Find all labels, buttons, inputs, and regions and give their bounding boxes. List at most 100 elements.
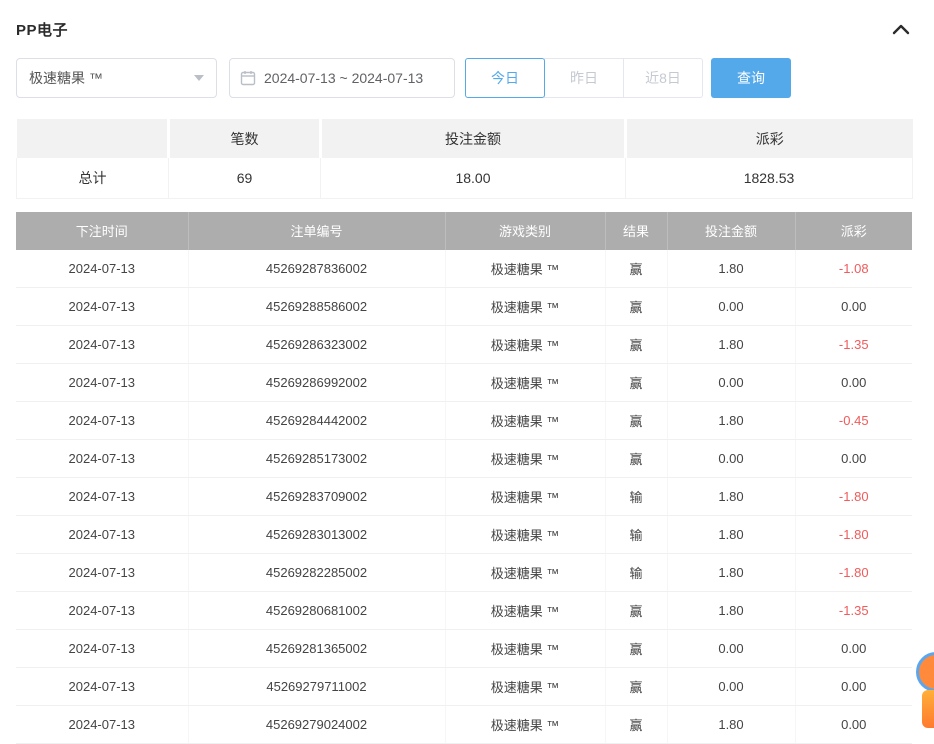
table-row: 2024-07-1345269283013002极速糖果 ™输1.80-1.80 bbox=[16, 516, 912, 554]
table-cell: 2024-07-13 bbox=[16, 402, 188, 440]
summary-total-payout: 1828.53 bbox=[626, 158, 913, 198]
table-row: 2024-07-1345269283709002极速糖果 ™输1.80-1.80 bbox=[16, 478, 912, 516]
summary-table: 笔数 投注金额 派彩 总计 69 18.00 1828.53 bbox=[16, 119, 913, 199]
chevron-up-icon bbox=[892, 23, 910, 35]
table-cell: 45269280681002 bbox=[188, 592, 445, 630]
table-cell: -0.45 bbox=[795, 402, 912, 440]
table-cell: 极速糖果 ™ bbox=[445, 250, 605, 288]
today-button[interactable]: 今日 bbox=[465, 58, 545, 98]
table-cell: 1.80 bbox=[667, 706, 795, 744]
table-cell: 45269286323002 bbox=[188, 326, 445, 364]
table-cell: 45269281365002 bbox=[188, 630, 445, 668]
table-row: 2024-07-1345269286992002极速糖果 ™赢0.000.00 bbox=[16, 364, 912, 402]
query-button[interactable]: 查询 bbox=[711, 58, 791, 98]
table-cell: 极速糖果 ™ bbox=[445, 288, 605, 326]
table-cell: 赢 bbox=[605, 630, 667, 668]
table-cell: 2024-07-13 bbox=[16, 668, 188, 706]
table-cell: -1.80 bbox=[795, 554, 912, 592]
table-body: 2024-07-1345269287836002极速糖果 ™赢1.80-1.08… bbox=[16, 250, 912, 744]
table-cell: 赢 bbox=[605, 364, 667, 402]
summary-total-count: 69 bbox=[169, 158, 321, 198]
bet-records-table: 下注时间注单编号游戏类别结果投注金额派彩 2024-07-13452692878… bbox=[16, 212, 912, 744]
game-select-value: 极速糖果 ™ bbox=[29, 68, 103, 88]
table-cell: 2024-07-13 bbox=[16, 288, 188, 326]
table-cell: 45269283709002 bbox=[188, 478, 445, 516]
table-row: 2024-07-1345269288586002极速糖果 ™赢0.000.00 bbox=[16, 288, 912, 326]
table-cell: 赢 bbox=[605, 668, 667, 706]
column-header: 游戏类别 bbox=[445, 212, 605, 250]
column-header: 投注金额 bbox=[667, 212, 795, 250]
page-title: PP电子 bbox=[16, 19, 68, 40]
table-row: 2024-07-1345269281365002极速糖果 ™赢0.000.00 bbox=[16, 630, 912, 668]
table-cell: 1.80 bbox=[667, 402, 795, 440]
table-cell: 2024-07-13 bbox=[16, 516, 188, 554]
summary-header-row: 笔数 投注金额 派彩 bbox=[17, 119, 913, 158]
game-select[interactable]: 极速糖果 ™ bbox=[16, 58, 217, 98]
table-cell: 极速糖果 ™ bbox=[445, 326, 605, 364]
table-cell: 赢 bbox=[605, 326, 667, 364]
table-row: 2024-07-1345269287836002极速糖果 ™赢1.80-1.08 bbox=[16, 250, 912, 288]
report-panel: PP电子 极速糖果 ™ 2024-07-13 ~ 2 bbox=[0, 0, 934, 744]
column-header: 注单编号 bbox=[188, 212, 445, 250]
table-cell: 0.00 bbox=[795, 630, 912, 668]
collapse-panel-button[interactable] bbox=[890, 21, 912, 37]
table-cell: 输 bbox=[605, 516, 667, 554]
table-cell: 极速糖果 ™ bbox=[445, 630, 605, 668]
table-cell: 45269279711002 bbox=[188, 668, 445, 706]
table-cell: 0.00 bbox=[667, 288, 795, 326]
table-cell: 2024-07-13 bbox=[16, 440, 188, 478]
table-cell: 2024-07-13 bbox=[16, 592, 188, 630]
last8days-button[interactable]: 近8日 bbox=[623, 58, 703, 98]
table-cell: 2024-07-13 bbox=[16, 706, 188, 744]
calendar-icon bbox=[240, 70, 256, 86]
table-cell: 45269288586002 bbox=[188, 288, 445, 326]
date-range-picker[interactable]: 2024-07-13 ~ 2024-07-13 bbox=[229, 58, 455, 98]
table-cell: 赢 bbox=[605, 440, 667, 478]
table-cell: 极速糖果 ™ bbox=[445, 668, 605, 706]
table-cell: 0.00 bbox=[667, 630, 795, 668]
table-cell: 45269284442002 bbox=[188, 402, 445, 440]
column-header: 派彩 bbox=[795, 212, 912, 250]
activity-float-icon[interactable] bbox=[922, 690, 934, 728]
table-cell: 极速糖果 ™ bbox=[445, 516, 605, 554]
summary-header-bet-amount: 投注金额 bbox=[321, 119, 626, 158]
table-row: 2024-07-1345269284442002极速糖果 ™赢1.80-0.45 bbox=[16, 402, 912, 440]
chevron-down-icon bbox=[194, 75, 204, 81]
table-cell: 赢 bbox=[605, 250, 667, 288]
table-cell: 极速糖果 ™ bbox=[445, 440, 605, 478]
table-cell: 45269287836002 bbox=[188, 250, 445, 288]
table-cell: 极速糖果 ™ bbox=[445, 706, 605, 744]
table-cell: 1.80 bbox=[667, 326, 795, 364]
table-cell: 极速糖果 ™ bbox=[445, 364, 605, 402]
table-cell: 极速糖果 ™ bbox=[445, 554, 605, 592]
table-cell: 45269282285002 bbox=[188, 554, 445, 592]
quick-date-buttons: 今日 昨日 近8日 bbox=[465, 58, 703, 98]
table-cell: 1.80 bbox=[667, 554, 795, 592]
column-header: 结果 bbox=[605, 212, 667, 250]
table-row: 2024-07-1345269279024002极速糖果 ™赢1.800.00 bbox=[16, 706, 912, 744]
table-cell: 45269283013002 bbox=[188, 516, 445, 554]
table-row: 2024-07-1345269282285002极速糖果 ™输1.80-1.80 bbox=[16, 554, 912, 592]
table-header-row: 下注时间注单编号游戏类别结果投注金额派彩 bbox=[16, 212, 912, 250]
table-cell: 极速糖果 ™ bbox=[445, 592, 605, 630]
table-cell: 极速糖果 ™ bbox=[445, 402, 605, 440]
table-cell: 2024-07-13 bbox=[16, 364, 188, 402]
panel-header: PP电子 bbox=[16, 14, 912, 44]
table-cell: -1.35 bbox=[795, 592, 912, 630]
table-cell: 赢 bbox=[605, 592, 667, 630]
table-cell: 赢 bbox=[605, 706, 667, 744]
table-cell: 2024-07-13 bbox=[16, 326, 188, 364]
column-header: 下注时间 bbox=[16, 212, 188, 250]
table-cell: 2024-07-13 bbox=[16, 250, 188, 288]
table-cell: 2024-07-13 bbox=[16, 630, 188, 668]
summary-total-row: 总计 69 18.00 1828.53 bbox=[17, 158, 913, 198]
table-cell: 45269279024002 bbox=[188, 706, 445, 744]
table-cell: 0.00 bbox=[795, 364, 912, 402]
table-cell: 0.00 bbox=[795, 668, 912, 706]
table-cell: 0.00 bbox=[667, 440, 795, 478]
table-cell: -1.08 bbox=[795, 250, 912, 288]
table-row: 2024-07-1345269280681002极速糖果 ™赢1.80-1.35 bbox=[16, 592, 912, 630]
yesterday-button[interactable]: 昨日 bbox=[544, 58, 624, 98]
table-cell: 0.00 bbox=[795, 440, 912, 478]
table-cell: 0.00 bbox=[667, 668, 795, 706]
